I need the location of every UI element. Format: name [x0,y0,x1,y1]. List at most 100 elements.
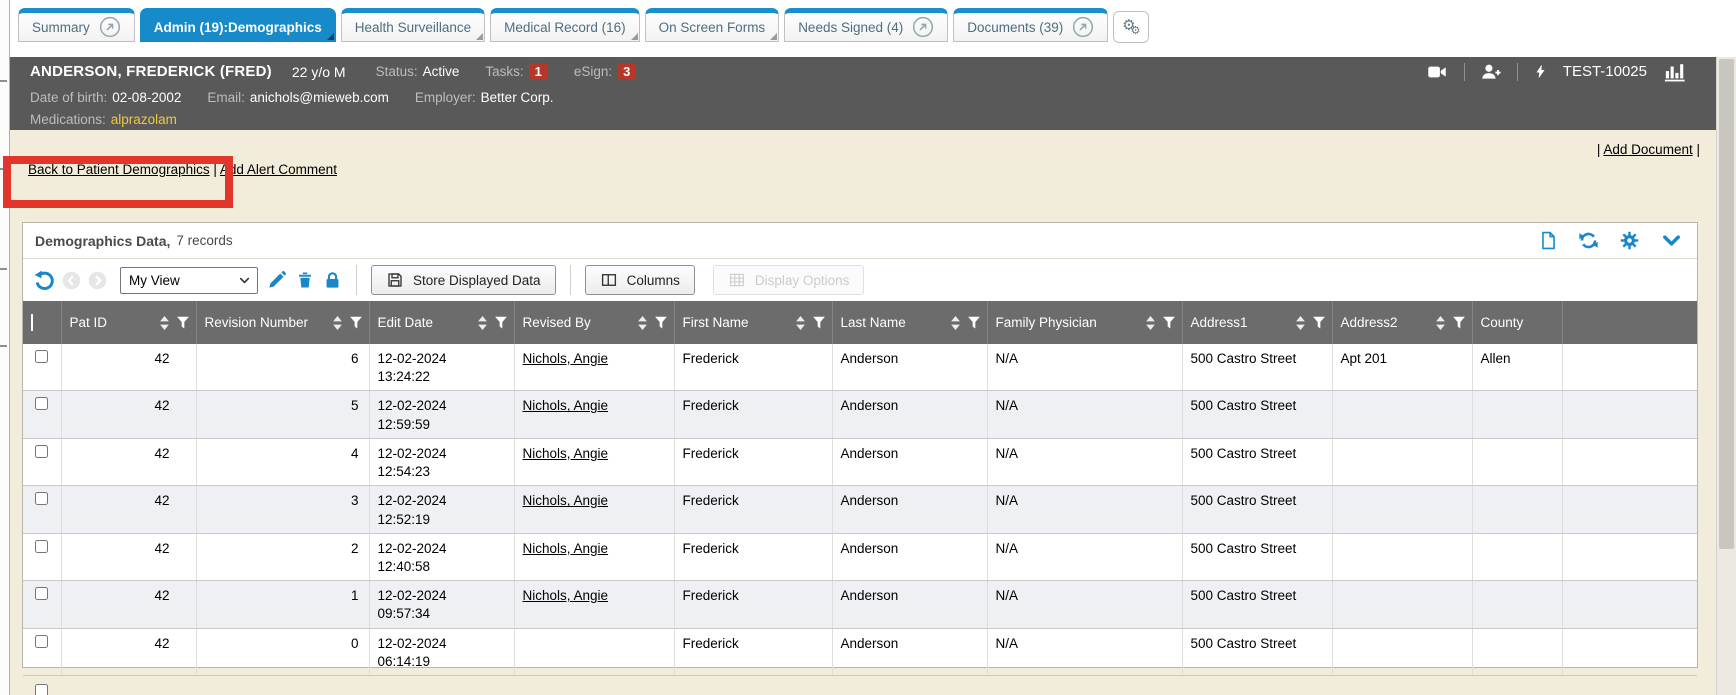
tab-summary[interactable]: Summary [18,8,135,42]
tab-on-screen-forms[interactable]: On Screen Forms [645,8,780,42]
app-window: Summary Admin (19):Demographics Health S… [0,0,1736,695]
row-checkbox[interactable] [35,540,48,553]
column-header-county[interactable]: County [1472,301,1562,344]
column-header-first-name[interactable]: First Name [674,301,832,344]
lock-icon[interactable] [323,270,342,290]
revised-by-link[interactable]: Nichols, Angie [523,398,609,413]
row-checkbox[interactable] [35,492,48,505]
edit-pencil-icon[interactable] [267,270,287,290]
column-header-address2[interactable]: Address2 [1332,301,1472,344]
column-header-revision-number[interactable]: Revision Number [196,301,369,344]
person-add-icon[interactable] [1480,62,1502,82]
cell-revision: 3 [196,486,369,533]
patient-header-bar: ANDERSON, FREDERICK (FRED) 22 y/o M Stat… [10,57,1736,130]
column-header-family-physician[interactable]: Family Physician [987,301,1182,344]
column-header-address1[interactable]: Address1 [1182,301,1332,344]
cell-county [1472,628,1562,675]
window-left-gutter [0,0,10,695]
tab-label: Admin (19):Demographics [154,20,322,35]
cell-county: Allen [1472,344,1562,391]
cell-address2 [1332,391,1472,438]
cell-county [1472,391,1562,438]
column-header-edit-date[interactable]: Edit Date [369,301,514,344]
cell-revised-by: Nichols, Angie [514,581,674,628]
medications-value[interactable]: alprazolam [111,112,177,127]
row-checkbox[interactable] [35,445,48,458]
popout-arrow-icon[interactable] [99,16,121,38]
cell-address2: Apt 201 [1332,344,1472,391]
select-all-checkbox[interactable] [31,314,33,331]
cell-address2 [1332,581,1472,628]
email-value: anichols@mieweb.com [250,90,389,105]
cell-address1: 500 Castro Street [1182,344,1332,391]
store-displayed-data-button[interactable]: Store Displayed Data [371,265,556,295]
employer-label: Employer: [415,90,476,105]
cell-address2 [1332,628,1472,675]
grid-icon [728,271,746,289]
prev-page-button[interactable] [61,270,82,291]
tab-needs-signed[interactable]: Needs Signed (4) [784,8,948,42]
row-checkbox[interactable] [35,397,48,410]
record-count: 7 records [176,233,232,248]
lightning-icon[interactable] [1533,61,1548,82]
cell-first-name: Frederick [674,581,832,628]
refresh-icon[interactable] [1578,230,1599,251]
popout-arrow-icon[interactable] [1072,16,1094,38]
row-checkbox[interactable] [35,350,48,363]
page-action-links: Back to Patient Demographics | Add Alert… [28,162,337,177]
cell-first-name: Frederick [674,533,832,580]
cell-last-name: Anderson [832,581,987,628]
back-to-demographics-link[interactable]: Back to Patient Demographics [28,162,210,177]
divider [1517,63,1518,81]
columns-button[interactable]: Columns [585,265,695,295]
column-header-last-name[interactable]: Last Name [832,301,987,344]
undo-icon[interactable] [33,269,56,292]
revised-by-link[interactable]: Nichols, Angie [523,351,609,366]
revised-by-link[interactable]: Nichols, Angie [523,446,609,461]
select-all-header[interactable] [23,301,61,344]
footer-row-checkbox[interactable] [35,684,48,695]
revised-by-link[interactable]: Nichols, Angie [523,588,609,603]
tab-dropdown-corner [327,33,334,40]
cell-last-name: Anderson [832,391,987,438]
bar-chart-icon[interactable] [1662,61,1688,83]
add-alert-comment-link[interactable]: Add Alert Comment [220,162,337,177]
tab-dropdown-corner [770,33,777,40]
popout-arrow-icon[interactable] [912,16,934,38]
tab-medical-record[interactable]: Medical Record (16) [490,8,640,42]
cell-revised-by: Nichols, Angie [514,533,674,580]
cell-last-name: Anderson [832,628,987,675]
delete-trash-icon[interactable] [296,270,314,290]
view-select[interactable]: My View [120,267,258,294]
cell-stub [1562,391,1697,438]
view-select-value: My View [129,273,238,288]
revised-by-link[interactable]: Nichols, Angie [523,541,609,556]
save-icon [386,271,404,289]
tab-admin-demographics[interactable]: Admin (19):Demographics [140,8,336,42]
cell-revised-by [514,628,674,675]
cell-pat-id: 42 [61,438,196,485]
video-camera-icon[interactable] [1425,62,1449,82]
email-label: Email: [207,90,245,105]
settings-gear-icon[interactable] [1619,230,1640,251]
esign-badge[interactable]: 3 [617,63,636,80]
revised-by-link[interactable]: Nichols, Angie [523,493,609,508]
tasks-badge[interactable]: 1 [529,63,548,80]
row-checkbox[interactable] [35,635,48,648]
table-row: 42 4 12-02-202412:54:23 Nichols, Angie F… [23,438,1697,485]
next-page-button[interactable] [87,270,108,291]
tab-health-surveillance[interactable]: Health Surveillance [341,8,485,42]
collapse-chevron-icon[interactable] [1660,229,1683,252]
new-document-icon[interactable] [1539,230,1558,251]
cell-pat-id: 42 [61,628,196,675]
vertical-scrollbar[interactable] [1716,57,1736,695]
scrollbar-thumb[interactable] [1719,59,1734,549]
filter-funnel-icon [1162,316,1176,330]
tab-settings-button[interactable]: ⚙⚙ [1113,11,1149,43]
row-checkbox[interactable] [35,587,48,600]
cell-pat-id: 42 [61,581,196,628]
column-header-revised-by[interactable]: Revised By [514,301,674,344]
tab-documents[interactable]: Documents (39) [953,8,1108,42]
add-document-link[interactable]: Add Document [1603,142,1692,157]
column-header-pat-id[interactable]: Pat ID [61,301,196,344]
